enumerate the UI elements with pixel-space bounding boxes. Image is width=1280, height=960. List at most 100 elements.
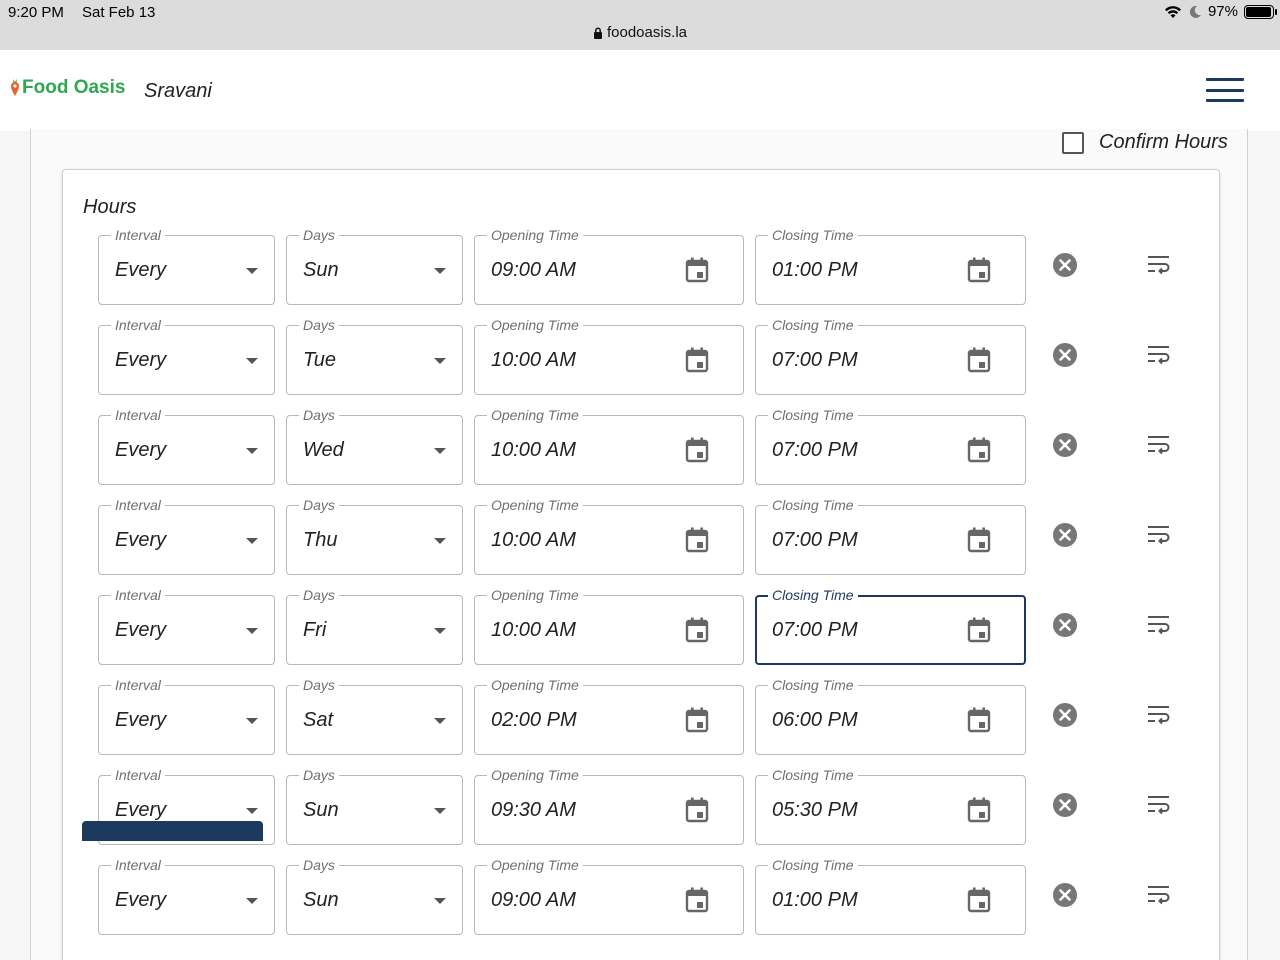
dropdown-arrow-icon <box>246 898 258 904</box>
confirm-hours[interactable]: Confirm Hours <box>1062 131 1228 154</box>
calendar-icon[interactable] <box>685 437 709 468</box>
add-hours-button[interactable] <box>82 821 263 841</box>
opening-time-label: Opening Time <box>487 496 583 514</box>
closing-time-field[interactable]: Closing Time 07:00 PM <box>755 586 1026 665</box>
interval-value: Every <box>115 799 167 821</box>
calendar-icon[interactable] <box>967 617 991 648</box>
wrap-text-icon[interactable] <box>1147 435 1171 462</box>
days-select[interactable]: Days Fri <box>286 586 463 665</box>
remove-circle-icon[interactable] <box>1052 342 1078 373</box>
wrap-text-icon[interactable] <box>1147 525 1171 552</box>
opening-time-field[interactable]: Opening Time 10:00 AM <box>474 586 744 665</box>
interval-label: Interval <box>111 496 165 514</box>
remove-circle-icon[interactable] <box>1052 702 1078 733</box>
calendar-icon[interactable] <box>685 887 709 918</box>
remove-circle-icon[interactable] <box>1052 882 1078 913</box>
url-bar[interactable]: foodoasis.la <box>0 24 1280 41</box>
calendar-icon[interactable] <box>685 617 709 648</box>
calendar-icon[interactable] <box>685 707 709 738</box>
interval-select[interactable]: Interval Every <box>98 586 275 665</box>
opening-time-label: Opening Time <box>487 406 583 424</box>
days-value: Sun <box>303 799 339 821</box>
dropdown-arrow-icon <box>434 538 446 544</box>
wrap-text-icon[interactable] <box>1147 795 1171 822</box>
calendar-icon[interactable] <box>967 527 991 558</box>
lock-icon <box>593 27 602 40</box>
days-select[interactable]: Days Sun <box>286 766 463 845</box>
calendar-icon[interactable] <box>967 257 991 288</box>
opening-time-field[interactable]: Opening Time 09:00 AM <box>474 226 744 305</box>
battery-level <box>1246 6 1272 17</box>
hamburger-menu-icon[interactable] <box>1206 78 1244 102</box>
remove-circle-icon[interactable] <box>1052 612 1078 643</box>
opening-time-field[interactable]: Opening Time 10:00 AM <box>474 316 744 395</box>
dropdown-arrow-icon <box>434 448 446 454</box>
days-select[interactable]: Days Thu <box>286 496 463 575</box>
closing-time-field[interactable]: Closing Time 05:30 PM <box>755 766 1026 845</box>
days-select[interactable]: Days Wed <box>286 406 463 485</box>
interval-value: Every <box>115 889 167 911</box>
dropdown-arrow-icon <box>246 718 258 724</box>
remove-circle-icon[interactable] <box>1052 252 1078 283</box>
wrap-text-icon[interactable] <box>1147 345 1171 372</box>
opening-time-field[interactable]: Opening Time 09:30 AM <box>474 766 744 845</box>
hours-row: Interval Every Days Fri Opening Time 10:00 AM… <box>98 586 1198 665</box>
hours-row: Interval Every Days Wed Opening Time 10:00 AM… <box>98 406 1198 485</box>
wrap-text-icon[interactable] <box>1147 255 1171 282</box>
opening-time-value: 10:00 AM <box>491 439 576 461</box>
closing-time-label: Closing Time <box>768 496 858 514</box>
confirm-hours-checkbox[interactable] <box>1062 131 1084 154</box>
interval-select[interactable]: Interval Every <box>98 226 275 305</box>
calendar-icon[interactable] <box>967 347 991 378</box>
calendar-icon[interactable] <box>967 707 991 738</box>
hours-card: Hours Interval Every Days Sun Opening Time 09… <box>62 169 1220 960</box>
calendar-icon[interactable] <box>967 887 991 918</box>
remove-circle-icon[interactable] <box>1052 792 1078 823</box>
interval-select[interactable]: Interval Every <box>98 316 275 395</box>
hours-title: Hours <box>83 196 137 218</box>
calendar-icon[interactable] <box>967 437 991 468</box>
closing-time-field[interactable]: Closing Time 01:00 PM <box>755 856 1026 935</box>
interval-value: Every <box>115 259 167 281</box>
opening-time-field[interactable]: Opening Time 10:00 AM <box>474 496 744 575</box>
days-value: Sun <box>303 889 339 911</box>
opening-time-field[interactable]: Opening Time 10:00 AM <box>474 406 744 485</box>
logo[interactable]: Food Oasis <box>10 77 125 99</box>
days-select[interactable]: Days Sat <box>286 676 463 755</box>
interval-select[interactable]: Interval Every <box>98 676 275 755</box>
closing-time-value: 05:30 PM <box>772 799 858 821</box>
interval-select[interactable]: Interval Every <box>98 856 275 935</box>
wrap-text-icon[interactable] <box>1147 885 1171 912</box>
days-select[interactable]: Days Tue <box>286 316 463 395</box>
days-value: Sun <box>303 259 339 281</box>
interval-value: Every <box>115 349 167 371</box>
days-label: Days <box>299 226 339 244</box>
calendar-icon[interactable] <box>685 347 709 378</box>
dropdown-arrow-icon <box>434 808 446 814</box>
days-select[interactable]: Days Sun <box>286 856 463 935</box>
calendar-icon[interactable] <box>967 797 991 828</box>
calendar-icon[interactable] <box>685 797 709 828</box>
days-label: Days <box>299 856 339 874</box>
closing-time-field[interactable]: Closing Time 07:00 PM <box>755 316 1026 395</box>
interval-select[interactable]: Interval Every <box>98 496 275 575</box>
calendar-icon[interactable] <box>685 527 709 558</box>
remove-circle-icon[interactable] <box>1052 432 1078 463</box>
closing-time-field[interactable]: Closing Time 07:00 PM <box>755 406 1026 485</box>
days-label: Days <box>299 676 339 694</box>
closing-time-field[interactable]: Closing Time 06:00 PM <box>755 676 1026 755</box>
interval-select[interactable]: Interval Every <box>98 406 275 485</box>
interval-value: Every <box>115 709 167 731</box>
dropdown-arrow-icon <box>434 718 446 724</box>
remove-circle-icon[interactable] <box>1052 522 1078 553</box>
opening-time-field[interactable]: Opening Time 02:00 PM <box>474 676 744 755</box>
wrap-text-icon[interactable] <box>1147 705 1171 732</box>
opening-time-field[interactable]: Opening Time 09:00 AM <box>474 856 744 935</box>
closing-time-field[interactable]: Closing Time 07:00 PM <box>755 496 1026 575</box>
calendar-icon[interactable] <box>685 257 709 288</box>
wrap-text-icon[interactable] <box>1147 615 1171 642</box>
interval-value: Every <box>115 619 167 641</box>
hours-row: Interval Every Days Sun Opening Time 09:30 AM… <box>98 766 1198 845</box>
days-select[interactable]: Days Sun <box>286 226 463 305</box>
closing-time-field[interactable]: Closing Time 01:00 PM <box>755 226 1026 305</box>
